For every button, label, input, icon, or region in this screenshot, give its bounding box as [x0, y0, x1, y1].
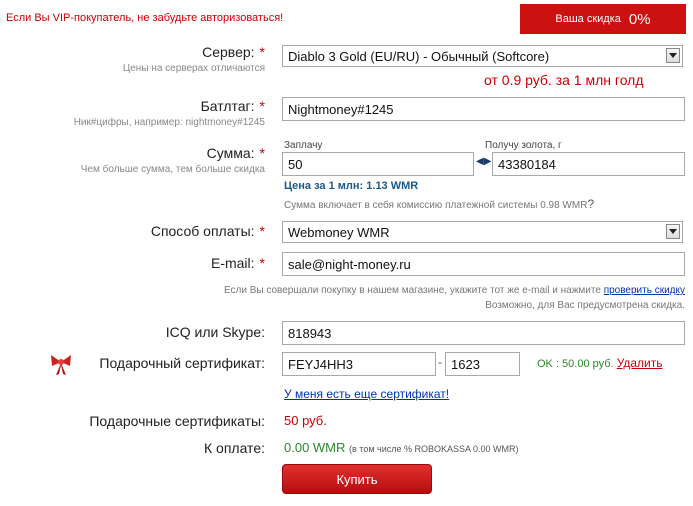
remove-certificate-link[interactable]: Удалить — [617, 356, 663, 370]
pay-amount-input[interactable]: 50 — [282, 152, 474, 176]
to-pay-value: 0.00 WMR — [284, 440, 346, 455]
gift-status: OK : 50.00 руб. Удалить — [537, 356, 663, 370]
gold-amount-input[interactable]: 43380184 — [492, 152, 685, 176]
chevron-down-icon[interactable] — [666, 48, 680, 63]
vip-notice: Если Вы VIP-покупатель, не забудьте авто… — [6, 12, 284, 24]
gift-total-value: 50 руб. — [284, 413, 327, 428]
add-certificate-link[interactable]: У меня есть еще сертификат! — [284, 387, 449, 401]
buy-button[interactable]: Купить — [282, 464, 432, 494]
battletag-label: Батлтаг: * — [200, 98, 265, 114]
to-pay-note: (в том числе % ROBOKASSA 0.00 WMR) — [349, 444, 519, 454]
swap-arrows-icon: ◀▶ — [476, 156, 492, 167]
payment-method-select[interactable]: Webmoney WMR — [282, 221, 683, 243]
gold-amount-label: Получу золота, г — [485, 140, 562, 151]
to-pay-label: К оплате: — [204, 440, 265, 456]
price-per-million: Цена за 1 млн: 1.13 WMR — [284, 180, 419, 192]
server-selected-value: Diablo 3 Gold (EU/RU) - Обычный (Softcor… — [288, 48, 550, 64]
battletag-hint: Ник#цифры, например: nightmoney#1245 — [73, 117, 265, 128]
pay-amount-label: Заплачу — [284, 140, 323, 151]
battletag-input[interactable]: Nightmoney#1245 — [282, 97, 685, 121]
contact-input[interactable]: 818943 — [282, 321, 685, 345]
sum-hint: Чем больше сумма, тем больше скидка — [80, 164, 265, 175]
server-label: Сервер: * — [202, 44, 265, 60]
server-price: от 0.9 руб. за 1 млн голд — [484, 72, 644, 88]
check-discount-link[interactable]: проверить скидку — [604, 285, 685, 296]
gift-code-input[interactable]: FEYJ4HH3 — [282, 352, 436, 376]
help-question-icon[interactable]: ? — [587, 197, 594, 211]
contact-label: ICQ или Skype: — [165, 324, 265, 340]
gift-bow-icon — [48, 352, 74, 376]
payment-method-label: Способ оплаты: * — [150, 223, 265, 239]
gift-code-separator: - — [438, 355, 442, 369]
email-note: Если Вы совершали покупку в нашем магази… — [223, 285, 685, 296]
email-label: E-mail: * — [210, 255, 265, 271]
gift-pin-input[interactable]: 1623 — [445, 352, 520, 376]
discount-value: 0% — [628, 10, 651, 28]
sum-label: Сумма: * — [206, 145, 265, 161]
server-hint: Цены на серверах отличаются — [122, 63, 265, 74]
gift-total-label: Подарочные сертификаты: — [89, 413, 265, 429]
email-input[interactable]: sale@night-money.ru — [282, 252, 685, 276]
to-pay-row: 0.00 WMR (в том числе % ROBOKASSA 0.00 W… — [284, 440, 519, 455]
discount-badge: Ваша скидка 0% — [520, 4, 686, 34]
gift-certificate-label: Подарочный сертификат: — [99, 355, 265, 371]
email-note-2: Возможно, для Вас предусмотрена скидка. — [485, 300, 685, 311]
commission-note: Сумма включает в себя комиссию платежной… — [284, 197, 595, 211]
chevron-down-icon[interactable] — [666, 224, 680, 239]
server-select[interactable]: Diablo 3 Gold (EU/RU) - Обычный (Softcor… — [282, 45, 683, 67]
payment-selected-value: Webmoney WMR — [288, 224, 390, 240]
discount-label: Ваша скидка — [555, 13, 621, 25]
